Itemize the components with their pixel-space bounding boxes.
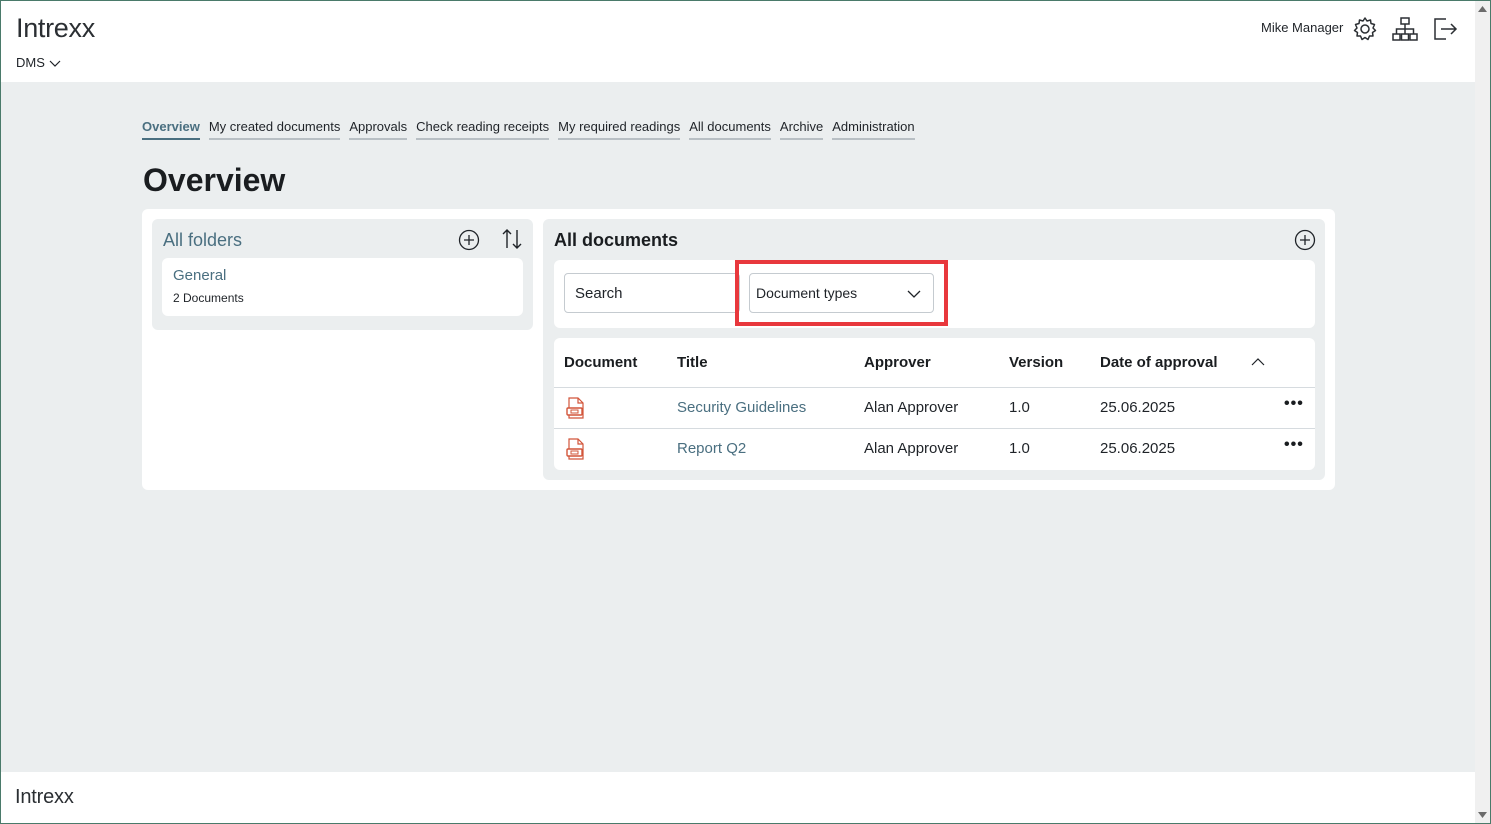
document-title-link[interactable]: Security Guidelines (677, 399, 806, 416)
documents-title: All documents (554, 230, 679, 250)
tab-administration[interactable]: Administration (832, 119, 915, 140)
documents-table: Document Title Approver Version Date of … (554, 338, 1315, 470)
tab-archive[interactable]: Archive (779, 119, 824, 140)
tab-check-reading-receipts[interactable]: Check reading receipts (416, 119, 550, 140)
chevron-down-icon (907, 290, 921, 298)
user-name[interactable]: Mike Manager (1261, 20, 1343, 35)
vertical-scrollbar[interactable] (1475, 1, 1490, 823)
sitemap-icon[interactable] (1391, 15, 1419, 43)
scroll-down-arrow-icon[interactable] (1477, 809, 1488, 820)
footer-logo: Intrexx (15, 786, 74, 808)
document-types-label: Document types (756, 285, 858, 301)
tab-approvals[interactable]: Approvals (349, 119, 408, 140)
version-cell: 1.0 (1009, 399, 1030, 416)
overview-card: All folders General 2 Documents All docu… (142, 209, 1335, 490)
date-cell: 25.06.2025 (1100, 440, 1176, 457)
gear-icon[interactable] (1351, 15, 1379, 43)
column-header-date-of-approval[interactable]: Date of approval (1100, 354, 1218, 371)
tab-all-documents[interactable]: All documents (689, 119, 771, 140)
chevron-up-icon[interactable] (1251, 355, 1265, 369)
chevron-down-icon (49, 60, 61, 67)
folder-name: General (173, 267, 227, 284)
tab-overview[interactable]: Overview (142, 119, 200, 140)
approver-cell: Alan Approver (864, 399, 959, 416)
folders-panel: All folders General 2 Documents (152, 219, 533, 330)
app-header: Intrexx DMS Mike Manager (1, 1, 1475, 82)
add-document-icon[interactable] (1293, 228, 1317, 252)
intrexx-logo[interactable]: Intrexx (16, 13, 95, 44)
search-input[interactable] (564, 273, 740, 313)
date-cell: 25.06.2025 (1100, 399, 1176, 416)
version-cell: 1.0 (1009, 440, 1030, 457)
document-file-icon[interactable] (564, 396, 588, 420)
tab-my-required-readings[interactable]: My required readings (558, 119, 681, 140)
folder-document-count: 2 Documents (173, 291, 244, 305)
main-content: Overview My created documents Approvals … (1, 82, 1475, 772)
app-switcher-label: DMS (16, 55, 45, 70)
folder-item-general[interactable]: General 2 Documents (162, 258, 523, 316)
column-header-version[interactable]: Version (1009, 354, 1063, 371)
more-options-button[interactable]: ••• (1284, 395, 1304, 413)
approver-cell: Alan Approver (864, 440, 959, 457)
filter-bar: Document types (554, 260, 1315, 328)
page-title: Overview (143, 162, 286, 198)
scroll-up-arrow-icon[interactable] (1477, 4, 1488, 15)
more-options-button[interactable]: ••• (1284, 436, 1304, 454)
add-folder-icon[interactable] (457, 228, 481, 252)
app-switcher[interactable]: DMS (16, 55, 61, 70)
column-header-approver[interactable]: Approver (864, 354, 931, 371)
document-types-select[interactable]: Document types (749, 273, 934, 313)
folders-title: All folders (163, 230, 243, 250)
document-title-link[interactable]: Report Q2 (677, 440, 746, 457)
column-header-document[interactable]: Document (564, 354, 637, 371)
tab-my-created-documents[interactable]: My created documents (208, 119, 341, 140)
app-footer: Intrexx (1, 772, 1475, 823)
tab-bar: Overview My created documents Approvals … (142, 119, 915, 140)
logout-icon[interactable] (1431, 15, 1459, 43)
column-header-title[interactable]: Title (677, 354, 708, 371)
documents-panel: All documents Document types Document Ti… (543, 219, 1325, 480)
document-file-icon[interactable] (564, 437, 588, 461)
table-row[interactable]: Report Q2 Alan Approver 1.0 25.06.2025 •… (554, 428, 1315, 469)
table-row[interactable]: Security Guidelines Alan Approver 1.0 25… (554, 387, 1315, 428)
sort-icon[interactable] (500, 227, 524, 251)
